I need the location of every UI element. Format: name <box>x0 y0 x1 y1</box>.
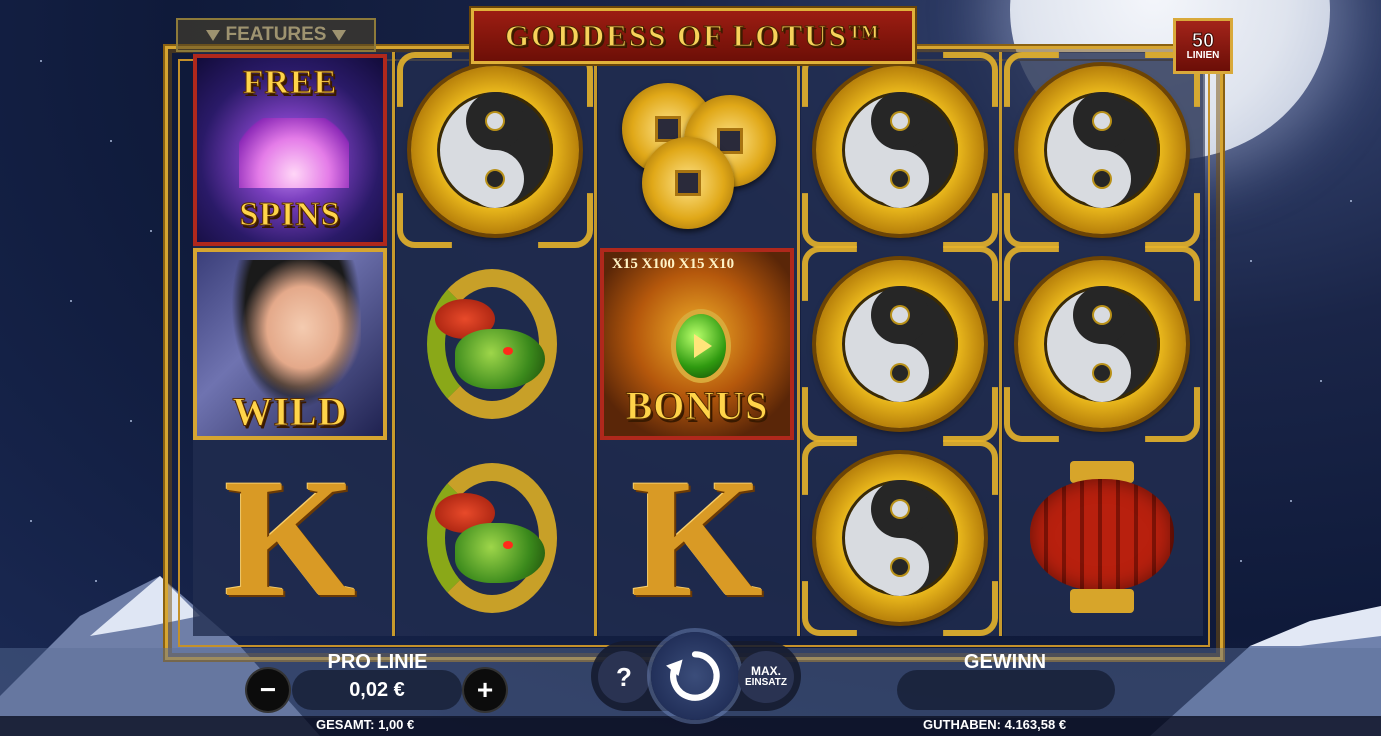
bonus-label: BONUS <box>625 383 769 429</box>
reel-divider <box>999 52 1002 636</box>
symbol-yin-yang <box>398 54 592 246</box>
yin-yang-icon <box>437 92 553 208</box>
lines-badge: 50 LINIEN <box>1173 18 1233 74</box>
symbol-yin-yang <box>1005 54 1199 246</box>
yin-yang-icon <box>1044 92 1160 208</box>
symbol-lantern <box>1005 442 1199 634</box>
bet-per-line-display: 0,02 € <box>292 670 462 710</box>
reel-area: FREE SPINS WILD K X15 X100 X15 X10 BONUS… <box>193 52 1205 636</box>
game-title-banner: GODDESS OF LOTUS™ <box>471 8 915 64</box>
k-letter: K <box>630 444 764 632</box>
lantern-icon <box>1022 453 1182 623</box>
lines-count: 50 <box>1191 30 1215 52</box>
yin-yang-icon <box>842 480 958 596</box>
play-gem-icon <box>676 314 726 378</box>
game-title: GODDESS OF LOTUS™ <box>505 18 881 54</box>
total-bet-text: GESAMT: 1,00 € <box>316 717 415 732</box>
symbol-yin-yang <box>1005 248 1199 440</box>
yin-yang-icon <box>842 286 958 402</box>
yin-yang-icon <box>1044 286 1160 402</box>
free-label: FREE <box>242 64 338 102</box>
chinese-coins-icon <box>612 65 782 235</box>
features-label: FEATURES <box>225 24 327 45</box>
symbol-dragon <box>398 248 592 440</box>
yin-yang-icon <box>842 92 958 208</box>
features-button[interactable]: FEATURES <box>176 18 376 52</box>
reel-divider <box>392 52 395 636</box>
symbol-k: K <box>600 442 794 634</box>
lines-label: LINIEN <box>1186 50 1220 61</box>
bonus-wheel-multipliers: X15 X100 X15 X10 <box>612 256 735 272</box>
spin-button[interactable] <box>651 632 739 720</box>
triangle-down-icon <box>332 29 347 41</box>
symbol-coins <box>600 54 794 246</box>
triangle-down-icon <box>205 29 220 41</box>
symbol-wild: WILD <box>193 248 387 440</box>
symbol-free-spins: FREE SPINS <box>193 54 387 246</box>
refresh-icon <box>666 651 720 701</box>
symbol-yin-yang <box>803 248 997 440</box>
help-button[interactable]: ? <box>598 651 650 703</box>
symbol-dragon <box>398 442 592 634</box>
lotus-flower-icon <box>239 118 349 188</box>
increase-bet-button[interactable]: + <box>464 669 506 711</box>
symbol-k: K <box>193 442 387 634</box>
decrease-bet-button[interactable]: − <box>247 669 289 711</box>
einsatz-label: EINSATZ <box>744 677 788 689</box>
reel-divider <box>797 52 800 636</box>
win-display <box>897 670 1115 710</box>
spins-label: SPINS <box>239 196 341 234</box>
symbol-bonus: X15 X100 X15 X10 BONUS <box>600 248 794 440</box>
dragon-icon <box>415 453 575 623</box>
balance-text: GUTHABEN: 4.163,58 € <box>923 717 1067 732</box>
k-letter: K <box>223 444 357 632</box>
max-bet-button[interactable]: MAX. EINSATZ <box>738 651 794 703</box>
symbol-yin-yang <box>803 54 997 246</box>
wild-label: WILD <box>232 389 348 435</box>
reel-divider <box>594 52 597 636</box>
symbol-yin-yang <box>803 442 997 634</box>
dragon-icon <box>415 259 575 429</box>
